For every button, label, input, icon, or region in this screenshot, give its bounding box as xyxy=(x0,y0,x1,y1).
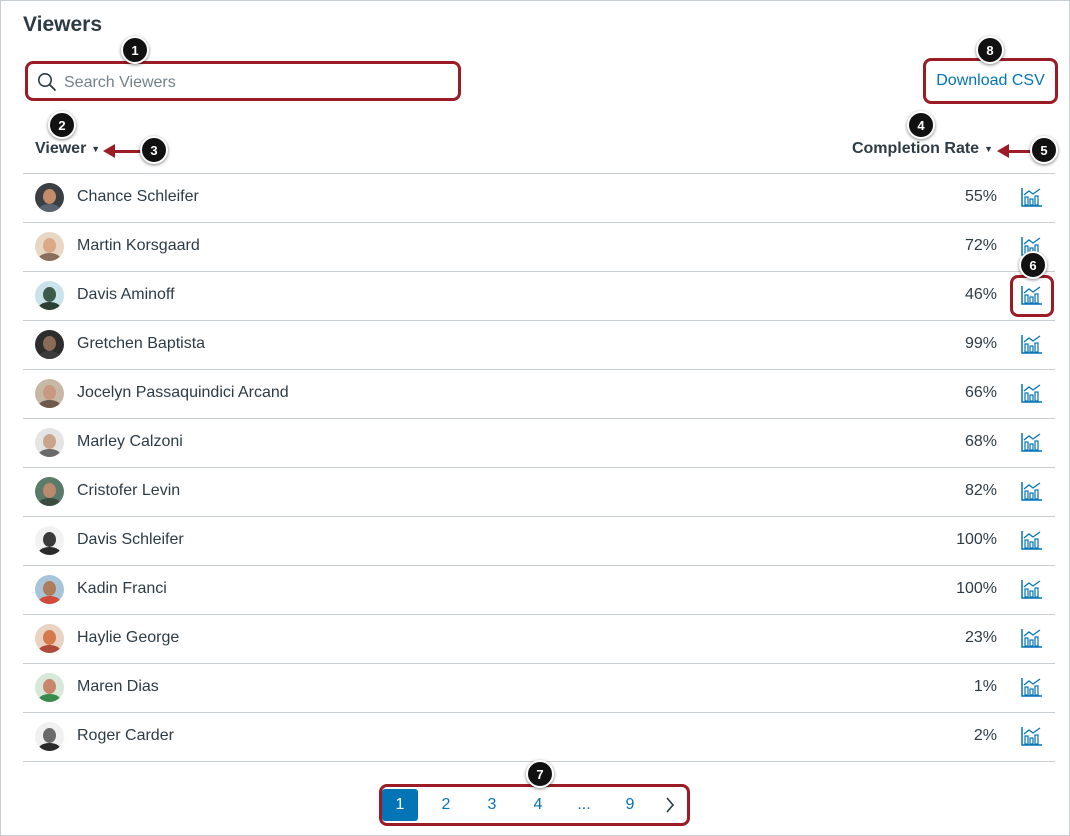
avatar xyxy=(35,526,64,555)
completion-rate: 82% xyxy=(964,482,997,499)
analytics-chart-icon[interactable] xyxy=(1021,726,1043,746)
avatar xyxy=(35,183,64,212)
analytics-chart-icon[interactable] xyxy=(1021,579,1043,599)
callout-badge: 7 xyxy=(526,760,554,788)
analytics-chart-icon[interactable] xyxy=(1021,432,1043,452)
analytics-button-highlight xyxy=(1010,275,1054,317)
completion-rate-column-header[interactable]: Completion Rate ▼ xyxy=(852,140,993,158)
download-csv-highlight: Download CSV xyxy=(923,58,1058,104)
completion-rate: 66% xyxy=(964,384,997,401)
viewer-name: Jocelyn Passaquindici Arcand xyxy=(77,384,289,401)
avatar xyxy=(35,232,64,261)
table-row: Roger Carder 2% xyxy=(23,712,1055,761)
table-row: Haylie George 23% xyxy=(23,614,1055,663)
avatar xyxy=(35,379,64,408)
callout-badge: 2 xyxy=(48,111,76,139)
table-row: Maren Dias 1% xyxy=(23,663,1055,712)
search-field[interactable] xyxy=(25,61,461,101)
analytics-chart-icon[interactable] xyxy=(1021,334,1043,354)
analytics-chart-icon[interactable] xyxy=(1021,677,1043,697)
download-csv-link[interactable]: Download CSV xyxy=(936,72,1045,90)
completion-rate: 23% xyxy=(964,629,997,646)
table-row: Jocelyn Passaquindici Arcand 66% xyxy=(23,369,1055,418)
chevron-right-icon[interactable] xyxy=(658,789,682,821)
sort-down-icon: ▼ xyxy=(91,144,101,154)
completion-rate: 100% xyxy=(956,531,997,548)
table-row: Davis Schleifer 100% xyxy=(23,516,1055,565)
completion-rate: 99% xyxy=(964,335,997,352)
viewer-name: Haylie George xyxy=(77,629,180,646)
completion-rate: 1% xyxy=(973,678,997,695)
avatar xyxy=(35,575,64,604)
search-input[interactable] xyxy=(62,70,446,96)
viewer-name: Cristofer Levin xyxy=(77,482,181,499)
table-row: Kadin Franci 100% xyxy=(23,565,1055,614)
viewer-name: Marley Calzoni xyxy=(77,433,183,450)
viewer-name: Davis Aminoff xyxy=(77,286,175,303)
callout-badge: 3 xyxy=(140,136,168,164)
page-button[interactable]: 9 xyxy=(612,789,648,821)
viewer-name: Davis Schleifer xyxy=(77,531,184,548)
completion-rate-column-label: Completion Rate xyxy=(851,140,980,157)
table-row: Cristofer Levin 82% xyxy=(23,467,1055,516)
search-icon xyxy=(38,73,56,91)
avatar xyxy=(35,624,64,653)
pagination: 1 2 3 4... 9 xyxy=(379,784,690,826)
completion-rate: 2% xyxy=(973,727,997,744)
callout-badge: 5 xyxy=(1030,136,1058,164)
analytics-chart-icon[interactable] xyxy=(1021,530,1043,550)
completion-rate: 72% xyxy=(964,237,997,254)
viewer-column-label: Viewer xyxy=(35,140,87,157)
avatar xyxy=(35,673,64,702)
analytics-chart-icon[interactable] xyxy=(1021,628,1043,648)
page-title: Viewers xyxy=(23,13,103,36)
page-button[interactable]: 3 xyxy=(474,789,510,821)
viewer-name: Kadin Franci xyxy=(77,580,167,597)
sort-down-icon: ▼ xyxy=(984,144,993,154)
analytics-chart-icon[interactable] xyxy=(1021,383,1043,403)
callout-arrow-line xyxy=(113,150,141,153)
analytics-chart-icon[interactable] xyxy=(1021,481,1043,501)
callout-arrow-line xyxy=(1007,150,1032,153)
table-row: Chance Schleifer 55% xyxy=(23,173,1055,222)
completion-rate: 68% xyxy=(964,433,997,450)
callout-badge: 4 xyxy=(907,111,935,139)
table-row: Gretchen Baptista 99% xyxy=(23,320,1055,369)
avatar xyxy=(35,428,64,457)
viewer-column-header[interactable]: Viewer ▼ xyxy=(35,140,100,158)
avatar xyxy=(35,477,64,506)
callout-badge: 1 xyxy=(121,36,149,64)
page-button[interactable]: 1 xyxy=(382,789,418,821)
viewer-name: Gretchen Baptista xyxy=(77,335,206,352)
pagination-ellipsis: ... xyxy=(577,796,591,813)
callout-badge: 8 xyxy=(976,36,1004,64)
viewer-name: Roger Carder xyxy=(77,727,174,744)
callout-badge: 6 xyxy=(1019,251,1047,279)
table-row: Martin Korsgaard 72% xyxy=(23,222,1055,271)
viewer-name: Martin Korsgaard xyxy=(77,237,200,254)
page-button[interactable]: 2 xyxy=(428,789,464,821)
avatar xyxy=(35,330,64,359)
viewers-panel: Viewers Download CSV Viewer ▼ Completion… xyxy=(0,0,1070,836)
viewer-name: Chance Schleifer xyxy=(77,188,199,205)
viewer-name: Maren Dias xyxy=(77,678,159,695)
completion-rate: 46% xyxy=(964,286,997,303)
table-row: Davis Aminoff 46% xyxy=(23,271,1055,320)
completion-rate: 55% xyxy=(964,188,997,205)
page-button[interactable]: 4 xyxy=(520,789,556,821)
avatar xyxy=(35,281,64,310)
avatar xyxy=(35,722,64,751)
completion-rate: 100% xyxy=(956,580,997,597)
analytics-chart-icon[interactable] xyxy=(1021,187,1043,207)
table-row: Marley Calzoni 68% xyxy=(23,418,1055,467)
